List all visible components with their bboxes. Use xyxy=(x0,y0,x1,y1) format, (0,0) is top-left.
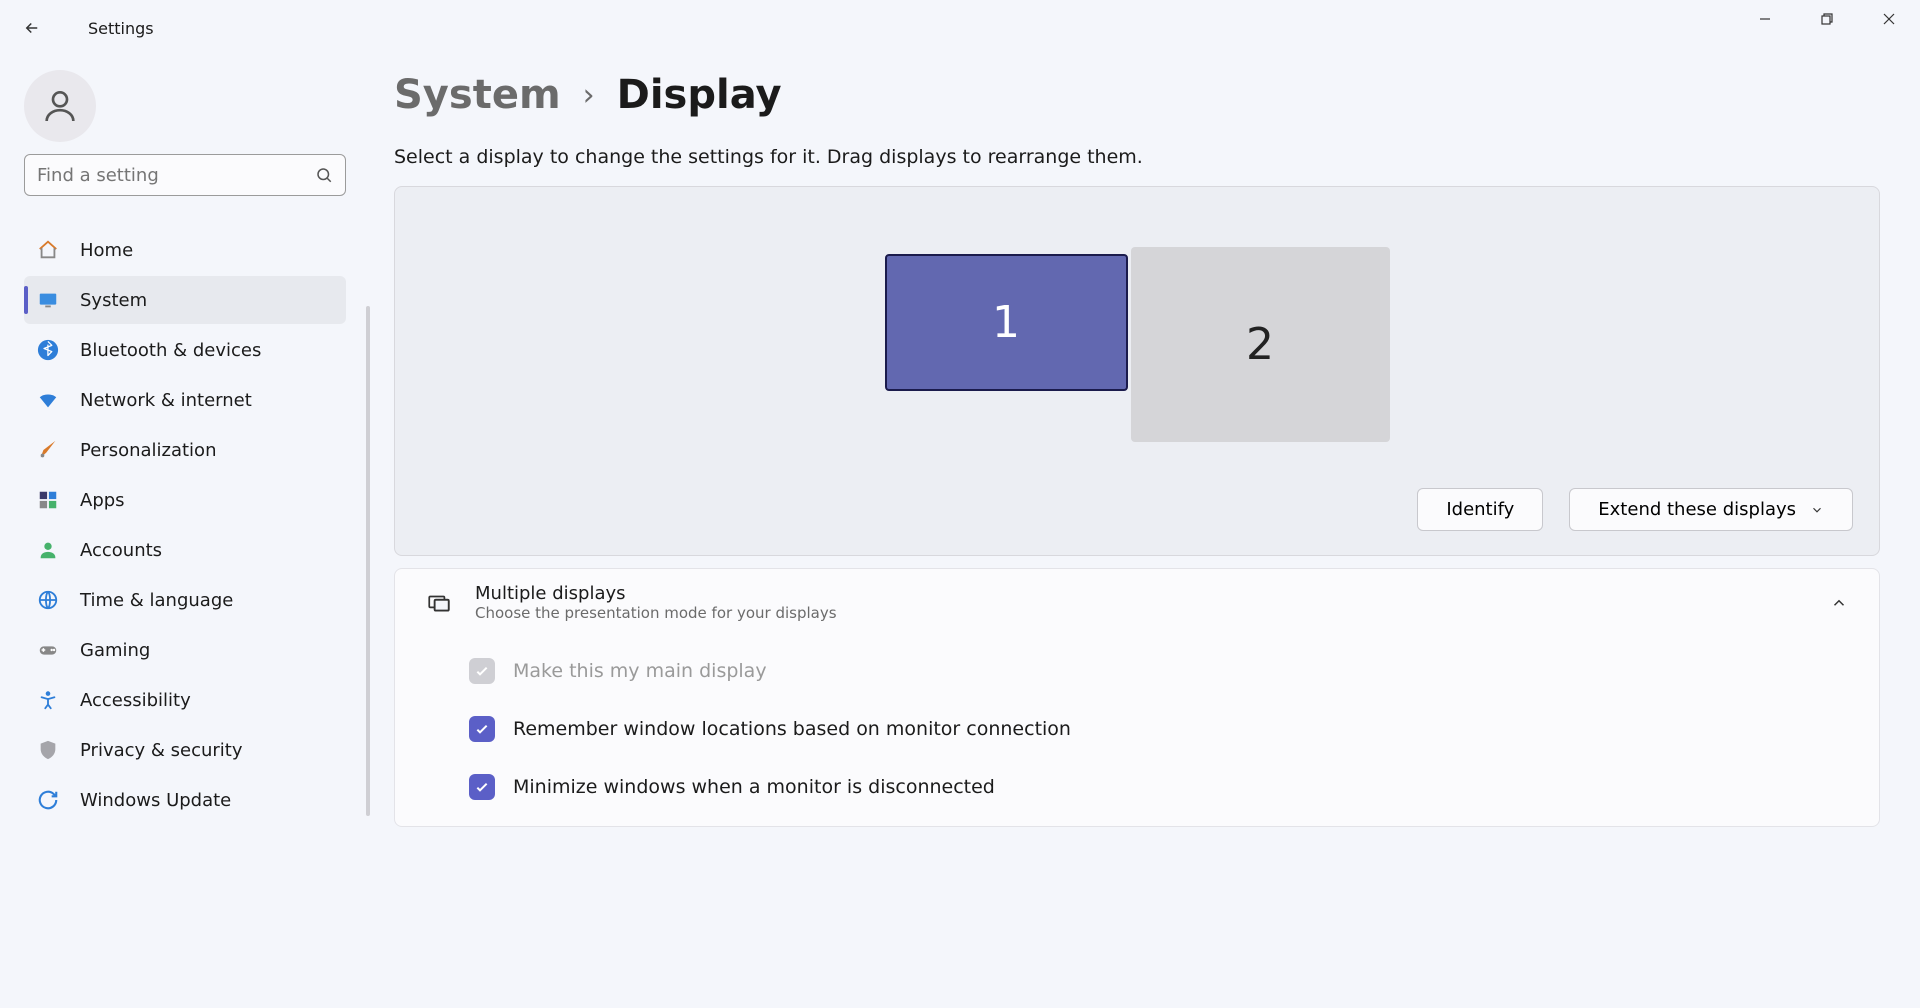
wifi-icon xyxy=(36,388,60,412)
check-row-remember-locations[interactable]: Remember window locations based on monit… xyxy=(469,700,1851,758)
sidebar-item-privacy[interactable]: Privacy & security xyxy=(24,726,346,774)
avatar[interactable] xyxy=(24,70,96,142)
sidebar-item-label: Windows Update xyxy=(80,790,231,811)
sidebar-item-label: Time & language xyxy=(80,590,233,611)
multiple-displays-card: Multiple displays Choose the presentatio… xyxy=(394,568,1880,827)
extend-dropdown[interactable]: Extend these displays xyxy=(1569,488,1853,531)
breadcrumb-parent[interactable]: System xyxy=(394,72,561,118)
sidebar-item-system[interactable]: System xyxy=(24,276,346,324)
check-row-main-display: Make this my main display xyxy=(469,642,1851,700)
check-icon xyxy=(474,779,490,795)
shield-icon xyxy=(36,738,60,762)
sidebar-item-label: Bluetooth & devices xyxy=(80,340,261,361)
sidebar-item-label: System xyxy=(80,290,147,311)
search-icon xyxy=(315,166,333,184)
check-label: Make this my main display xyxy=(513,660,767,682)
multiple-displays-icon xyxy=(423,587,455,619)
sidebar-item-label: Home xyxy=(80,240,133,261)
checkbox-minimize-disconnect[interactable] xyxy=(469,774,495,800)
identify-label: Identify xyxy=(1446,499,1514,520)
minimize-button[interactable] xyxy=(1734,0,1796,38)
monitor-canvas[interactable]: 1 2 xyxy=(395,187,1879,477)
user-icon xyxy=(40,86,80,126)
check-icon xyxy=(474,663,490,679)
sidebar-item-label: Gaming xyxy=(80,640,150,661)
window-controls xyxy=(1734,0,1920,38)
back-button[interactable] xyxy=(12,8,52,48)
multiple-displays-titles: Multiple displays Choose the presentatio… xyxy=(475,583,1827,622)
check-label: Remember window locations based on monit… xyxy=(513,718,1071,740)
check-row-minimize-disconnect[interactable]: Minimize windows when a monitor is disco… xyxy=(469,758,1851,816)
nav-list: Home System Bluetooth & devices Network … xyxy=(24,226,346,824)
app-title: Settings xyxy=(88,19,154,38)
chevron-up-icon xyxy=(1827,591,1851,615)
brush-icon xyxy=(36,438,60,462)
sidebar-item-gaming[interactable]: Gaming xyxy=(24,626,346,674)
sidebar-item-apps[interactable]: Apps xyxy=(24,476,346,524)
identify-button[interactable]: Identify xyxy=(1417,488,1543,531)
sidebar-item-label: Accessibility xyxy=(80,690,191,711)
extend-label: Extend these displays xyxy=(1598,499,1796,520)
home-icon xyxy=(36,238,60,262)
search-input[interactable] xyxy=(37,165,315,186)
close-icon xyxy=(1883,13,1895,25)
check-icon xyxy=(474,721,490,737)
search-box[interactable] xyxy=(24,154,346,196)
chevron-down-icon xyxy=(1810,503,1824,517)
display-intro: Select a display to change the settings … xyxy=(394,146,1880,168)
content-area: System › Display Select a display to cha… xyxy=(370,56,1920,1008)
sidebar-item-update[interactable]: Windows Update xyxy=(24,776,346,824)
title-bar: Settings xyxy=(0,0,1920,56)
chevron-right-icon: › xyxy=(583,78,595,113)
minimize-icon xyxy=(1759,13,1771,25)
arrow-left-icon xyxy=(23,19,41,37)
sidebar: Home System Bluetooth & devices Network … xyxy=(0,56,370,1008)
sidebar-item-label: Accounts xyxy=(80,540,162,561)
sidebar-item-personalization[interactable]: Personalization xyxy=(24,426,346,474)
breadcrumb: System › Display xyxy=(394,72,1880,118)
display-arrangement-panel: 1 2 Identify Extend these displays xyxy=(394,186,1880,556)
multiple-displays-subtitle: Choose the presentation mode for your di… xyxy=(475,604,1827,622)
checkbox-remember-locations[interactable] xyxy=(469,716,495,742)
gamepad-icon xyxy=(36,638,60,662)
sidebar-item-accounts[interactable]: Accounts xyxy=(24,526,346,574)
sidebar-item-label: Personalization xyxy=(80,440,216,461)
breadcrumb-current: Display xyxy=(617,72,782,118)
multiple-displays-header[interactable]: Multiple displays Choose the presentatio… xyxy=(395,569,1879,636)
close-button[interactable] xyxy=(1858,0,1920,38)
sidebar-item-network[interactable]: Network & internet xyxy=(24,376,346,424)
sidebar-item-accessibility[interactable]: Accessibility xyxy=(24,676,346,724)
globe-clock-icon xyxy=(36,588,60,612)
checkbox-main-display xyxy=(469,658,495,684)
accessibility-icon xyxy=(36,688,60,712)
multiple-displays-title: Multiple displays xyxy=(475,583,1827,604)
update-icon xyxy=(36,788,60,812)
apps-icon xyxy=(36,488,60,512)
arrangement-actions: Identify Extend these displays xyxy=(1417,488,1853,531)
sidebar-item-label: Privacy & security xyxy=(80,740,243,761)
sidebar-item-label: Apps xyxy=(80,490,125,511)
monitor-1[interactable]: 1 xyxy=(885,254,1128,391)
maximize-icon xyxy=(1821,13,1833,25)
sidebar-item-label: Network & internet xyxy=(80,390,252,411)
sidebar-scrollbar[interactable] xyxy=(366,306,370,816)
maximize-button[interactable] xyxy=(1796,0,1858,38)
multiple-displays-body: Make this my main display Remember windo… xyxy=(395,636,1879,826)
accounts-icon xyxy=(36,538,60,562)
monitor-2[interactable]: 2 xyxy=(1131,247,1390,442)
sidebar-item-home[interactable]: Home xyxy=(24,226,346,274)
bluetooth-icon xyxy=(36,338,60,362)
check-label: Minimize windows when a monitor is disco… xyxy=(513,776,995,798)
sidebar-item-bluetooth[interactable]: Bluetooth & devices xyxy=(24,326,346,374)
sidebar-item-time[interactable]: Time & language xyxy=(24,576,346,624)
system-icon xyxy=(36,288,60,312)
